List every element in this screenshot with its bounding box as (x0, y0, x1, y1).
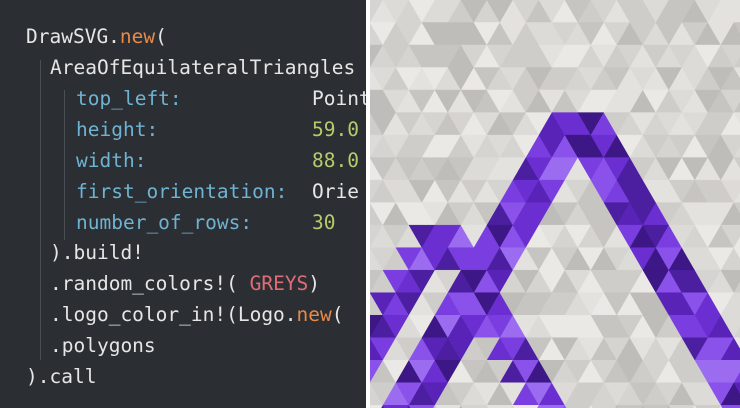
line-top-left: top_left: Point (76, 84, 368, 114)
line-first-orientation: first_orientation: Orie (76, 177, 359, 207)
code-text: .polygons (50, 334, 156, 357)
line-number-of-rows: number_of_rows: 30 (76, 208, 335, 238)
code-constant: GREYS (249, 272, 309, 295)
code-text: Point (312, 87, 368, 110)
indent-guide (64, 90, 65, 240)
line-width: width: 88.0 (76, 146, 359, 176)
line-polygons: .polygons (50, 331, 156, 361)
code-keyword: new (296, 303, 332, 326)
code-key: top_left: (76, 87, 182, 110)
code-text: ( (331, 303, 344, 326)
code-text: AreaOfEquilateralTriangles (50, 56, 356, 79)
code-number: 30 (312, 211, 336, 234)
code-text: ).call (26, 365, 97, 388)
code-key: first_orientation: (76, 180, 288, 203)
code-editor[interactable]: DrawSVG.new(AreaOfEquilateralTriangles to… (0, 0, 368, 408)
code-key: height: (76, 118, 159, 141)
code-text: .logo_color_in!(Logo. (50, 303, 297, 326)
indent-guide (40, 60, 41, 360)
code-key: width: (76, 149, 147, 172)
line-call: ).call (26, 362, 96, 392)
line-random-colors: .random_colors!( GREYS) (50, 269, 320, 299)
code-number: 59.0 (312, 118, 359, 141)
code-keyword: new (119, 25, 156, 48)
code-text: .random_colors!( (50, 272, 250, 295)
line-drawsvg-new: DrawSVG.new( (26, 22, 167, 52)
code-number: 88.0 (312, 149, 359, 172)
triangle-grid (370, 0, 740, 408)
line-logo-color-in: .logo_color_in!(Logo.new( (50, 300, 344, 330)
line-height: height: 59.0 (76, 115, 359, 145)
code-text: ) (308, 272, 321, 295)
triangle-mosaic-svg (370, 0, 740, 408)
line-area-class: AreaOfEquilateralTriangles (50, 53, 355, 83)
code-text: ).build! (50, 241, 144, 264)
code-text: Orie (312, 180, 359, 203)
line-build: ).build! (50, 238, 144, 268)
triangle-logo-artwork (370, 0, 740, 408)
code-text: DrawSVG. (26, 25, 120, 48)
code-text: ( (155, 25, 167, 48)
code-key: number_of_rows: (76, 211, 253, 234)
